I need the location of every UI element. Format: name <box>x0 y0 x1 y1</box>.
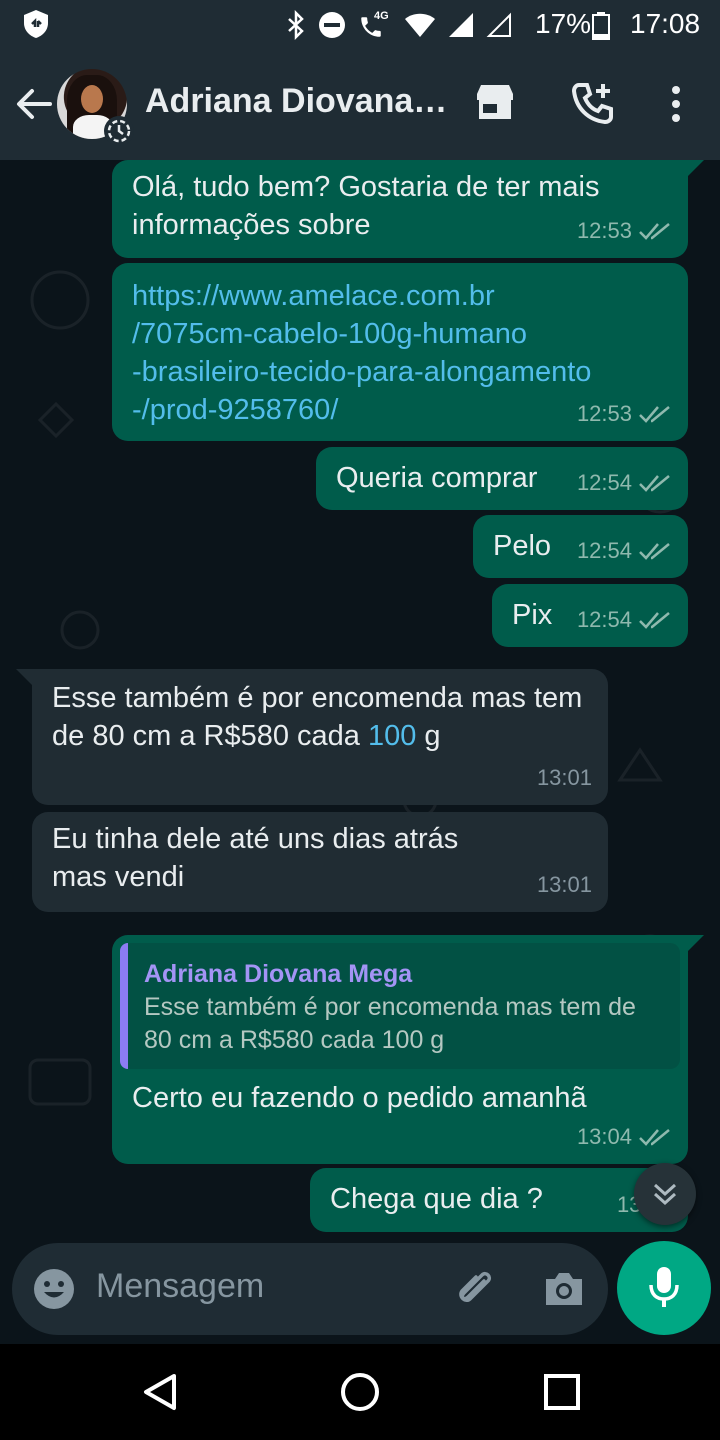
double-check-icon <box>639 475 670 492</box>
message-time: 12:54 <box>576 607 632 632</box>
message-meta: 13:01 <box>537 866 592 904</box>
shield-icon <box>24 10 48 38</box>
add-call-button[interactable] <box>570 82 614 131</box>
message-bubble-outgoing[interactable]: Pix 12:54 <box>492 584 688 647</box>
number-link[interactable]: 100 <box>368 720 416 752</box>
chat-area[interactable]: Olá, tudo bem? Gostaria de ter mais info… <box>0 160 720 1344</box>
status-bar: 4G 17% 17:08 <box>0 0 720 50</box>
message-text: Olá, tudo bem? Gostaria de ter mais info… <box>132 171 600 241</box>
message-bubble-outgoing[interactable]: Chega que dia ? 13:04 <box>310 1168 688 1232</box>
signal-icon <box>449 13 473 37</box>
message-meta: 12:54 <box>577 601 672 639</box>
double-chevron-down-icon <box>653 1183 677 1206</box>
message-bubble-outgoing[interactable]: Pelo 12:54 <box>473 515 688 578</box>
message-bubble-incoming[interactable]: Esse também é por encomenda mas tem de 8… <box>16 669 608 805</box>
message-time: 13:01 <box>536 872 592 897</box>
add-call-icon <box>571 83 613 125</box>
message-bubble-outgoing[interactable]: Olá, tudo bem? Gostaria de ter mais info… <box>112 160 704 258</box>
status-icons: 4G <box>286 10 512 40</box>
quoted-text: Esse também é por encomenda mas tem de 8… <box>144 993 636 1054</box>
message-bubble-outgoing[interactable]: Adriana Diovana Mega Esse também é por e… <box>112 935 704 1164</box>
contact-name[interactable]: Adriana Diovana… <box>145 82 447 121</box>
message-meta: 13:04 <box>577 1118 672 1156</box>
message-meta: 12:54 <box>577 532 672 570</box>
nav-recents-icon <box>544 1374 580 1410</box>
message-text: Certo eu fazendo o pedido amanhã <box>132 1082 587 1114</box>
double-check-icon <box>639 612 670 629</box>
signal-empty-icon <box>486 12 511 37</box>
message-bubble-incoming[interactable]: Eu tinha dele até uns dias atrás mas ven… <box>32 812 608 912</box>
message-time: 13:01 <box>536 765 592 790</box>
store-icon <box>477 85 513 119</box>
do-not-disturb-icon <box>319 12 345 38</box>
network-badge: 4G <box>374 10 389 22</box>
double-check-icon <box>639 1129 670 1146</box>
store-button[interactable] <box>474 82 516 127</box>
call-4g-icon: 4G <box>358 10 392 40</box>
camera-icon <box>546 1273 582 1305</box>
message-meta: 12:54 <box>577 464 672 502</box>
more-vert-icon <box>672 86 680 94</box>
message-time: 13:04 <box>576 1124 632 1149</box>
message-meta: 12:53 <box>577 395 672 433</box>
nav-home-icon <box>341 1373 379 1411</box>
quoted-message[interactable]: Adriana Diovana Mega Esse também é por e… <box>120 943 680 1069</box>
message-text: Esse também é por encomenda mas tem de 8… <box>52 682 583 752</box>
emoji-icon <box>34 1269 74 1309</box>
camera-button[interactable] <box>542 1267 586 1316</box>
attach-button[interactable] <box>454 1267 498 1316</box>
paperclip-icon <box>459 1271 492 1303</box>
status-ring-icon <box>104 116 134 146</box>
wifi-icon <box>405 13 435 37</box>
system-nav-bar <box>0 1344 720 1440</box>
message-time: 12:54 <box>576 538 632 563</box>
message-bubble-outgoing[interactable]: Queria comprar 12:54 <box>316 447 688 510</box>
nav-back-icon <box>144 1374 176 1410</box>
message-composer <box>12 1243 608 1335</box>
bluetooth-icon <box>288 10 304 40</box>
nav-back-button[interactable] <box>140 1372 180 1417</box>
double-check-icon <box>639 543 670 560</box>
message-time: 12:54 <box>576 470 632 495</box>
battery-percent: 17% <box>535 8 592 39</box>
chat-header: Adriana Diovana… <box>0 50 720 160</box>
message-meta: 13:01 <box>537 759 592 797</box>
message-meta: 12:53 <box>577 212 672 250</box>
message-text: Eu tinha dele até uns dias atrás mas ven… <box>52 823 459 893</box>
message-time: 12:53 <box>576 218 632 243</box>
scroll-to-bottom-button[interactable] <box>634 1163 696 1225</box>
nav-recents-button[interactable] <box>542 1372 582 1417</box>
more-options-button[interactable] <box>662 82 690 126</box>
mic-icon <box>649 1267 679 1307</box>
quoted-author: Adriana Diovana Mega <box>144 960 413 988</box>
emoji-button[interactable] <box>32 1267 76 1316</box>
nav-home-button[interactable] <box>340 1372 380 1417</box>
message-time: 12:53 <box>576 401 632 426</box>
back-arrow-icon <box>17 89 52 119</box>
back-button[interactable] <box>14 82 54 126</box>
clock: 17:08 <box>630 8 701 39</box>
mic-button[interactable] <box>617 1241 711 1335</box>
battery-icon <box>592 12 610 40</box>
double-check-icon <box>639 406 670 423</box>
double-check-icon <box>639 223 670 240</box>
message-bubble-outgoing[interactable]: https://www.amelace.com.br /7075cm-cabel… <box>112 263 688 441</box>
message-input[interactable] <box>96 1267 426 1306</box>
